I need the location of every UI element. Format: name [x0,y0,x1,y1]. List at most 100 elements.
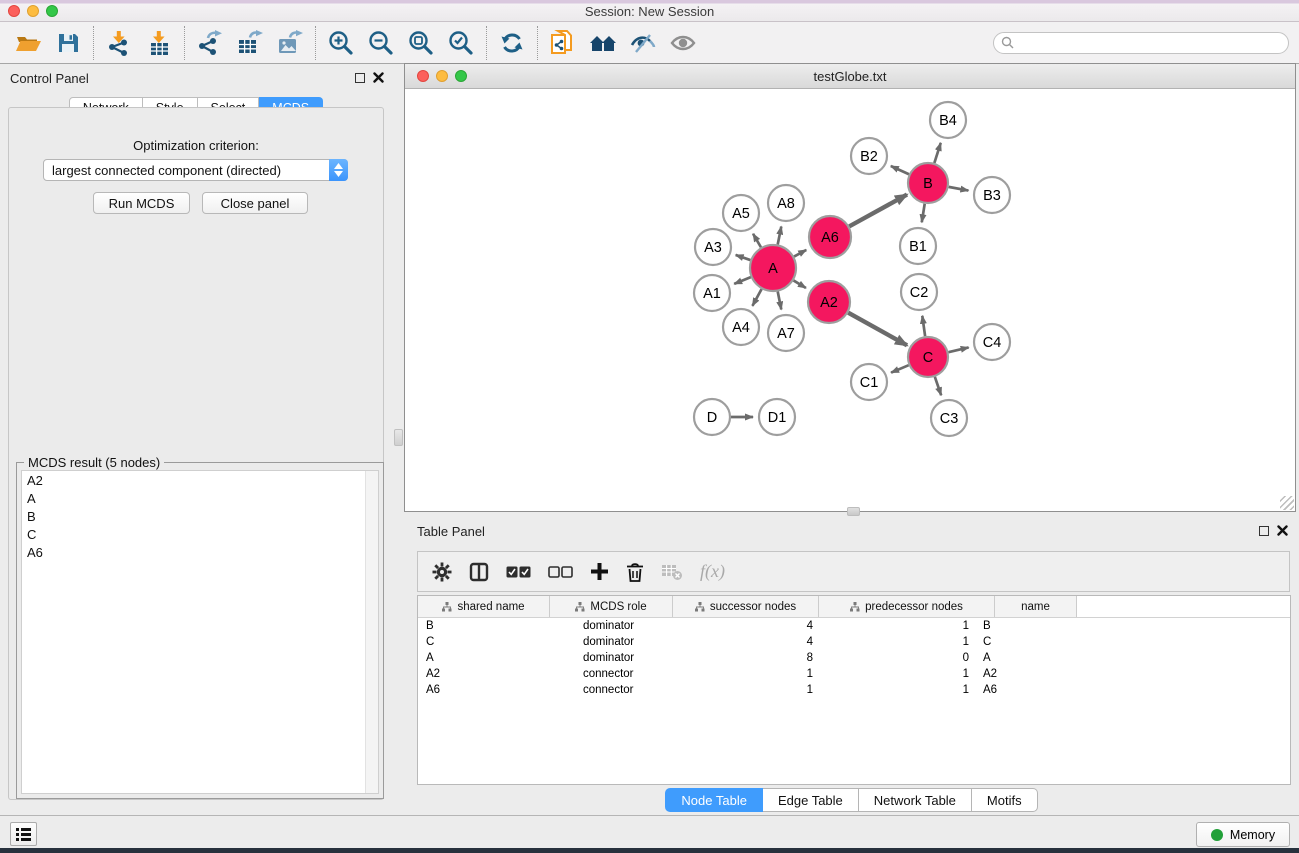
graph-edge-A-A3[interactable] [736,255,751,260]
graph-edge-B-B4[interactable] [934,143,940,163]
graph-node-C3[interactable]: C3 [931,400,967,436]
graph-edge-A-A8[interactable] [778,227,782,245]
graph-node-D[interactable]: D [694,399,730,435]
result-list-item[interactable]: A2 [22,471,378,489]
new-network-from-file-button[interactable] [543,25,583,61]
graph-node-A5[interactable]: A5 [723,195,759,231]
table-row[interactable]: Cdominator41C [418,634,1290,650]
export-network-button[interactable] [190,25,230,61]
column-header-predecessor-nodes[interactable]: predecessor nodes [819,596,995,617]
column-header-shared-name[interactable]: shared name [418,596,550,617]
graph-node-C[interactable]: C [908,337,948,377]
show-panels-list-button[interactable] [10,822,37,846]
result-list-item[interactable]: A [22,489,378,507]
deselect-all-button[interactable] [548,566,573,578]
graph-node-A7[interactable]: A7 [768,315,804,351]
import-network-button[interactable] [99,25,139,61]
graph-edge-A-A5[interactable] [753,234,761,248]
result-list-item[interactable]: C [22,526,378,544]
import-table-button[interactable] [139,25,179,61]
close-panel-icon[interactable] [373,72,384,83]
table-settings-button[interactable] [432,562,452,582]
column-header-MCDS-role[interactable]: MCDS role [550,596,673,617]
graph-edge-A6-B[interactable] [849,195,907,227]
criterion-select[interactable]: largest connected component (directed) [43,159,348,181]
graph-node-A4[interactable]: A4 [723,309,759,345]
network-canvas[interactable]: A A1 A2 A3 A4 A5 A6 A7 A8 B B1 B2 B3 B4 C C1 C2 C3 C4 D D1 [405,89,1295,511]
tab-network-table[interactable]: Network Table [859,788,972,812]
status-bar: Memory [0,815,1299,848]
graph-node-B[interactable]: B [908,163,948,203]
graph-node-C2[interactable]: C2 [901,274,937,310]
graph-node-D1[interactable]: D1 [759,399,795,435]
window-resize-grip[interactable] [1280,496,1294,510]
graph-edge-A-A2[interactable] [794,280,806,288]
graph-edge-B-B3[interactable] [949,187,969,191]
graph-node-A1[interactable]: A1 [694,275,730,311]
table-row[interactable]: Adominator80A [418,650,1290,666]
column-header-name[interactable]: name [995,596,1077,617]
table-row[interactable]: A2connector11A2 [418,666,1290,682]
search-box[interactable] [993,32,1289,54]
graph-node-B3[interactable]: B3 [974,177,1010,213]
zoom-out-button[interactable] [361,25,401,61]
result-list-item[interactable]: A6 [22,544,378,562]
graph-edge-C-C3[interactable] [935,377,941,395]
zoom-selected-button[interactable] [441,25,481,61]
result-list-item[interactable]: B [22,507,378,525]
graph-edge-A-A7[interactable] [778,292,782,310]
tab-edge-table[interactable]: Edge Table [763,788,859,812]
graph-edge-A-A6[interactable] [794,250,806,257]
graph-node-B1[interactable]: B1 [900,228,936,264]
tab-motifs[interactable]: Motifs [972,788,1038,812]
graph-edge-A-A1[interactable] [734,277,751,284]
graph-node-A[interactable]: A [750,245,796,291]
graph-edge-A2-C[interactable] [848,313,907,346]
refresh-button[interactable] [492,25,532,61]
graph-node-C1[interactable]: C1 [851,364,887,400]
node-label: A5 [732,206,750,222]
save-session-button[interactable] [48,25,88,61]
table-row[interactable]: Bdominator41B [418,618,1290,634]
graph-edge-B-B2[interactable] [891,166,909,174]
show-column-button[interactable] [469,562,489,582]
graph-node-A3[interactable]: A3 [695,229,731,265]
memory-button[interactable]: Memory [1196,822,1290,847]
delete-column-button[interactable] [626,562,644,582]
zoom-in-button[interactable] [321,25,361,61]
graph-node-A6[interactable]: A6 [809,216,851,258]
float-panel-icon[interactable] [355,73,365,83]
graph-node-A2[interactable]: A2 [808,281,850,323]
hide-panels-button[interactable] [623,25,663,61]
graph-edge-A-A4[interactable] [752,289,761,306]
graph-node-B4[interactable]: B4 [930,102,966,138]
tab-node-table[interactable]: Node Table [665,788,763,812]
column-header-successor-nodes[interactable]: successor nodes [673,596,819,617]
close-panel-button[interactable]: Close panel [202,192,308,214]
open-session-button[interactable] [8,25,48,61]
vertical-splitter-grip[interactable] [394,429,403,446]
horizontal-splitter-grip[interactable] [847,507,860,516]
home-button[interactable] [583,25,623,61]
run-mcds-button[interactable]: Run MCDS [93,192,190,214]
graph-edge-C-C1[interactable] [891,365,909,372]
close-table-panel-icon[interactable] [1277,525,1288,536]
graph-node-A8[interactable]: A8 [768,185,804,221]
graph-edge-C-C2[interactable] [922,316,925,336]
zoom-fit-button[interactable] [401,25,441,61]
network-window-titlebar[interactable]: testGlobe.txt [405,64,1295,89]
export-table-button[interactable] [230,25,270,61]
graph-node-B2[interactable]: B2 [851,138,887,174]
mcds-result-list: A2ABCA6 [21,470,379,794]
add-column-button[interactable] [590,562,609,581]
float-table-panel-icon[interactable] [1259,526,1269,536]
select-all-button[interactable] [506,566,531,578]
graph-node-C4[interactable]: C4 [974,324,1010,360]
table-row[interactable]: A6connector11A6 [418,682,1290,698]
result-list-scrollbar[interactable] [365,471,378,793]
graph-edge-C-C4[interactable] [948,347,968,352]
graph-edge-B-B1[interactable] [922,204,925,223]
search-input[interactable] [1018,34,1288,52]
export-image-button[interactable] [270,25,310,61]
show-panels-button[interactable] [663,25,703,61]
